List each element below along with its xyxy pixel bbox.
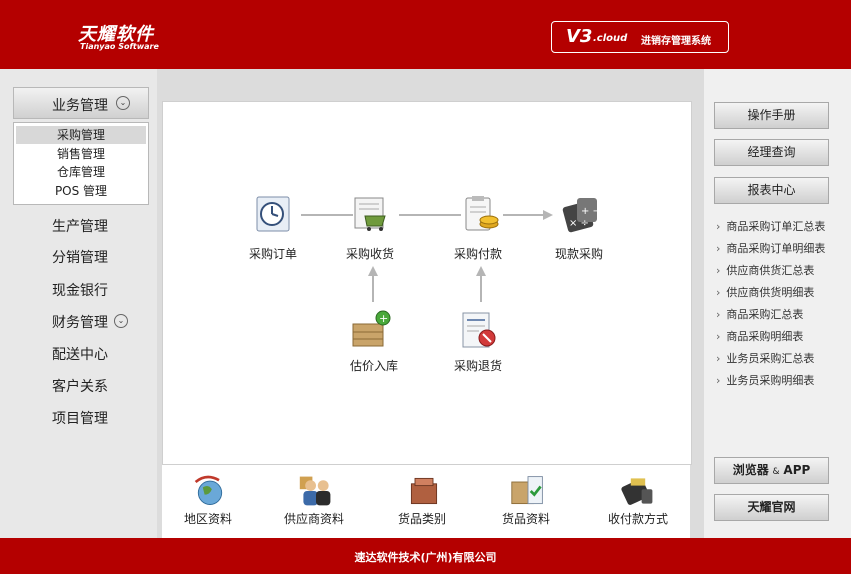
chevron-down-icon: ⌄ — [114, 314, 128, 328]
people-icon[interactable] — [298, 473, 334, 509]
report-link-label: 业务员采购汇总表 — [726, 352, 815, 365]
footer-company: 速达软件技术(广州)有限公司 — [354, 551, 497, 564]
clipboard-coins-icon[interactable] — [461, 194, 501, 234]
package-check-icon[interactable] — [510, 473, 546, 509]
browser-app-part2: APP — [783, 463, 811, 477]
report-link[interactable]: › 商品采购订单汇总表 — [716, 218, 825, 234]
flow-panel: 采购订单 采购收货 采购付款 + − × ÷ 现款采购 + 估价入库 采购退货 — [162, 101, 692, 465]
report-link-label: 业务员采购明细表 — [726, 374, 815, 387]
submenu-item-sales[interactable]: 销售管理 — [16, 145, 146, 163]
report-center-button[interactable]: 报表中心 — [714, 177, 829, 204]
flow-purchase-payment[interactable]: 采购付款 — [454, 245, 502, 262]
bottom-item-region[interactable]: 地区资料 — [184, 510, 232, 527]
sidebar-item-delivery[interactable]: 配送中心 — [52, 344, 108, 364]
sidebar-item-crm[interactable]: 客户关系 — [52, 376, 108, 396]
report-link-label: 供应商供货明细表 — [726, 286, 815, 299]
sidebar-item-project[interactable]: 项目管理 — [52, 408, 108, 428]
svg-text:+ −: + − — [581, 206, 601, 217]
sidebar-item-finance-label: 财务管理 — [52, 315, 108, 331]
chevron-right-icon: › — [716, 264, 721, 277]
report-link[interactable]: › 商品采购订单明细表 — [716, 240, 825, 256]
report-link[interactable]: › 供应商供货明细表 — [716, 284, 814, 300]
system-name: 进销存管理系统 — [641, 36, 711, 47]
logo-en: Tianyao Software — [80, 42, 159, 51]
sidebar-item-cash-bank[interactable]: 现金银行 — [52, 280, 108, 300]
report-link[interactable]: › 业务员采购明细表 — [716, 372, 814, 388]
chevron-right-icon: › — [716, 374, 721, 387]
report-link[interactable]: › 商品采购明细表 — [716, 328, 803, 344]
submenu-item-warehouse[interactable]: 仓库管理 — [16, 163, 146, 181]
svg-text:× ÷: × ÷ — [569, 218, 589, 229]
report-link-label: 供应商供货汇总表 — [726, 264, 815, 277]
report-link[interactable]: › 商品采购汇总表 — [716, 306, 803, 322]
svg-text:+: + — [379, 312, 388, 325]
chevron-right-icon: › — [716, 352, 721, 365]
globe-arrow-icon[interactable] — [192, 473, 228, 509]
sidebar-header-label: 业务管理 — [52, 98, 108, 114]
manual-button[interactable]: 操作手册 — [714, 102, 829, 129]
browser-app-amp: & — [772, 467, 780, 477]
flow-estimate-stockin[interactable]: 估价入库 — [350, 357, 398, 374]
card-terminal-icon[interactable] — [620, 473, 656, 509]
bottom-toolbar: 地区资料 供应商资料 货品类别 货品资料 收付款方式 — [162, 465, 690, 538]
flow-arrows — [301, 210, 553, 302]
report-link[interactable]: › 供应商供货汇总表 — [716, 262, 814, 278]
report-link-label: 商品采购明细表 — [726, 330, 804, 343]
sidebar-item-distribution[interactable]: 分销管理 — [52, 247, 108, 267]
report-link-label: 商品采购订单明细表 — [726, 242, 826, 255]
submenu-item-purchase[interactable]: 采购管理 — [16, 126, 146, 144]
boxes-plus-icon[interactable]: + — [351, 310, 391, 350]
version-main: V3 — [566, 26, 593, 47]
submenu-item-pos[interactable]: POS 管理 — [16, 182, 146, 200]
report-link[interactable]: › 业务员采购汇总表 — [716, 350, 814, 366]
official-site-button[interactable]: 天耀官网 — [714, 494, 829, 521]
chevron-right-icon: › — [716, 308, 721, 321]
version-badge: V3 .cloud 进销存管理系统 — [551, 21, 729, 53]
return-form-icon[interactable] — [459, 310, 499, 350]
sidebar-submenu: 采购管理 销售管理 仓库管理 POS 管理 — [13, 122, 149, 205]
clock-document-icon[interactable] — [254, 194, 294, 234]
browser-app-part1: 浏览器 — [732, 463, 769, 477]
calculator-icon[interactable]: + − × ÷ — [561, 194, 601, 234]
bottom-item-goods[interactable]: 货品资料 — [502, 510, 550, 527]
bottom-item-supplier[interactable]: 供应商资料 — [284, 510, 344, 527]
bottom-item-category[interactable]: 货品类别 — [398, 510, 446, 527]
bottom-item-payment-method[interactable]: 收付款方式 — [608, 510, 668, 527]
flow-purchase-return[interactable]: 采购退货 — [454, 357, 502, 374]
cart-receipt-icon[interactable] — [351, 194, 391, 234]
report-link-label: 商品采购汇总表 — [726, 308, 804, 321]
browser-app-button[interactable]: 浏览器 & APP — [714, 457, 829, 484]
chevron-right-icon: › — [716, 220, 721, 233]
report-link-label: 商品采购订单汇总表 — [726, 220, 826, 233]
chevron-right-icon: › — [716, 242, 721, 255]
flow-purchase-order[interactable]: 采购订单 — [249, 245, 297, 262]
flow-purchase-receive[interactable]: 采购收货 — [346, 245, 394, 262]
chevron-down-icon: ⌄ — [116, 96, 130, 110]
sidebar-header-business[interactable]: 业务管理 ⌄ — [13, 87, 149, 119]
version-sub: .cloud — [593, 33, 628, 44]
flow-cash-purchase[interactable]: 现款采购 — [555, 245, 603, 262]
app-header: 天耀软件 Tianyao Software V3 .cloud 进销存管理系统 — [0, 0, 851, 69]
chevron-right-icon: › — [716, 330, 721, 343]
manager-query-button[interactable]: 经理查询 — [714, 139, 829, 166]
sidebar-item-production[interactable]: 生产管理 — [52, 216, 108, 236]
app-footer: 速达软件技术(广州)有限公司 — [0, 538, 851, 574]
sidebar-item-finance[interactable]: 财务管理 ⌄ — [52, 312, 128, 332]
box-icon[interactable] — [406, 473, 442, 509]
chevron-right-icon: › — [716, 286, 721, 299]
